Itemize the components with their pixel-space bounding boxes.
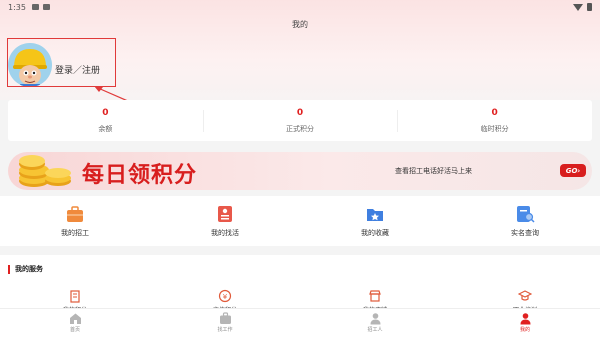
shop-icon — [369, 290, 381, 302]
quick-my-favorites[interactable]: 我的收藏 — [300, 196, 450, 246]
quick-label: 我的收藏 — [361, 229, 389, 237]
banner-title: 每日领积分 — [82, 163, 198, 188]
account-stats: 0 余额 0 正式积分 0 临时积分 — [8, 100, 592, 141]
tab-home[interactable]: 首页 — [0, 309, 150, 337]
home-icon — [69, 313, 81, 324]
banner-subtitle: 查看招工电话好活马上来 — [395, 167, 472, 175]
quick-label: 实名查询 — [511, 229, 539, 237]
folder-star-icon — [367, 209, 383, 221]
quick-my-job-search[interactable]: 我的找活 — [150, 196, 300, 246]
stat-value: 0 — [491, 108, 498, 118]
wifi-icon — [573, 3, 583, 11]
stat-value: 0 — [102, 108, 109, 118]
my-services-section: 我的服务 我的积分 ¥ 充值积分 我的店铺 — [0, 255, 600, 315]
work-icon — [219, 312, 231, 324]
quick-my-recruitment[interactable]: 我的招工 — [0, 196, 150, 246]
quick-label: 我的招工 — [61, 229, 89, 237]
stat-temp-points[interactable]: 0 临时积分 — [397, 100, 592, 141]
tab-label: 找工作 — [217, 327, 233, 333]
tab-label: 我的 — [519, 327, 530, 333]
quick-real-name-query[interactable]: 实名查询 — [450, 196, 600, 246]
stat-value: 0 — [296, 108, 304, 118]
stat-label: 正式积分 — [286, 125, 314, 133]
building-icon — [70, 290, 80, 303]
quick-label: 我的找活 — [211, 229, 239, 237]
go-label: GO — [565, 166, 578, 175]
tab-mine[interactable]: 我的 — [450, 309, 600, 337]
tab-label: 招工人 — [367, 327, 383, 333]
stat-label: 余额 — [98, 125, 113, 133]
briefcase-icon — [67, 206, 83, 222]
svg-text:¥: ¥ — [223, 293, 228, 301]
arrow-right-icon: › — [577, 166, 581, 175]
id-search-icon — [517, 206, 535, 223]
battery-icon — [587, 3, 592, 11]
coins-icon — [19, 155, 71, 187]
resume-icon — [218, 206, 232, 222]
yuan-icon: ¥ — [218, 289, 232, 303]
services-title: 我的服务 — [8, 265, 43, 274]
worker-icon — [370, 313, 380, 325]
bottom-nav: 首页 找工作 招工人 我的 — [0, 308, 600, 337]
quick-actions: 我的招工 我的找活 我的收藏 实名查询 — [0, 196, 600, 246]
stat-label: 临时积分 — [480, 125, 509, 133]
tab-find-work[interactable]: 找工作 — [150, 309, 300, 337]
go-button[interactable]: GO › — [560, 164, 586, 177]
graduation-icon — [518, 290, 532, 301]
stat-balance[interactable]: 0 余额 — [8, 100, 203, 141]
tab-recruit[interactable]: 招工人 — [300, 309, 450, 337]
daily-points-banner[interactable]: 每日领积分 查看招工电话好活马上来 GO › — [8, 152, 592, 190]
stat-formal-points[interactable]: 0 正式积分 — [202, 100, 398, 141]
user-icon — [520, 313, 530, 325]
tab-label: 首页 — [69, 327, 80, 333]
